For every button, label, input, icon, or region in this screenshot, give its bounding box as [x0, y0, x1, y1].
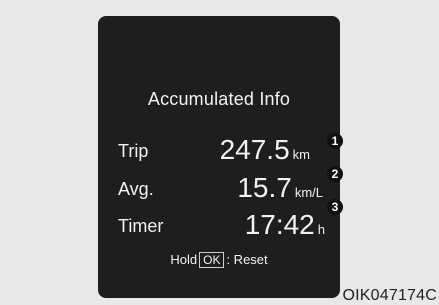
hint-suffix: : Reset: [226, 252, 268, 267]
timer-row: Timer 17:42 h: [98, 209, 340, 239]
average-value: 15.7 km/L: [237, 174, 323, 202]
trip-row: Trip 247.5 km: [98, 134, 340, 164]
reset-hint: Hold OK: Reset: [98, 252, 340, 268]
callout-marker-1: 1: [327, 133, 343, 149]
ok-key-icon: OK: [199, 252, 225, 268]
average-label: Avg.: [118, 179, 154, 199]
timer-value: 17:42 h: [245, 211, 325, 239]
hint-prefix: Hold: [170, 252, 198, 267]
average-unit: km/L: [294, 185, 323, 200]
timer-unit: h: [317, 222, 325, 237]
trip-value: 247.5 km: [220, 136, 310, 164]
trip-unit: km: [292, 147, 310, 162]
timer-number: 17:42: [244, 209, 315, 240]
timer-label: Timer: [118, 216, 164, 236]
cluster-display: Accumulated Info Trip 247.5 km Avg. 15.7 k…: [98, 16, 340, 298]
average-number: 15.7: [237, 172, 292, 203]
average-row: Avg. 15.7 km/L: [98, 172, 340, 202]
trip-label: Trip: [118, 141, 149, 161]
display-title: Accumulated Info: [147, 89, 291, 109]
callout-marker-3: 3: [327, 199, 343, 215]
trip-number: 247.5: [219, 134, 290, 165]
callout-marker-2: 2: [327, 166, 343, 182]
figure-code: OIK047174C: [342, 287, 437, 304]
